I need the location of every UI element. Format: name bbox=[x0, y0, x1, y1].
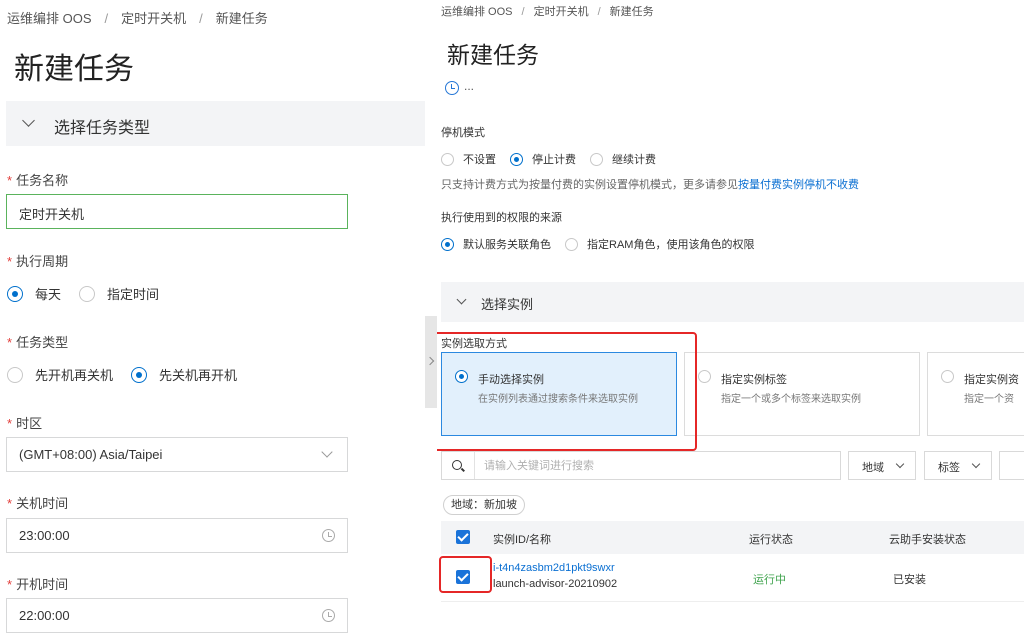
chevron-down-icon bbox=[22, 114, 35, 127]
instance-name: launch-advisor-20210902 bbox=[493, 578, 618, 590]
search-input[interactable] bbox=[484, 458, 824, 474]
chevron-down-icon bbox=[321, 446, 333, 458]
radio-stop-billing[interactable] bbox=[510, 152, 523, 166]
section-task-type[interactable]: 选择任务类型 bbox=[6, 101, 425, 146]
clock-icon bbox=[445, 81, 459, 95]
table-row[interactable]: i-t4n4zasbm2d1pkt9swxr launch-advisor-20… bbox=[441, 554, 1024, 602]
breadcrumb-schedule[interactable]: 定时开关机 bbox=[121, 11, 186, 26]
page-title: 新建任务 bbox=[14, 53, 134, 86]
permission-radio-group: 默认服务关联角色 指定RAM角色，使用该角色的权限 bbox=[441, 236, 768, 252]
task-type-label: * 任务类型 bbox=[7, 335, 69, 350]
breadcrumb-schedule[interactable]: 定时开关机 bbox=[534, 6, 589, 18]
task-name-input[interactable]: 定时开关机 bbox=[6, 194, 348, 229]
shutdown-time-picker[interactable]: 23:00:00 bbox=[6, 518, 348, 553]
stop-mode-radio-group: 不设置 停止计费 继续计费 bbox=[441, 151, 670, 167]
right-panel: 运维编排 OOS / 定时开关机 / 新建任务 新建任务 ... 停机模式 不设置 停止… bbox=[437, 0, 1024, 639]
instance-id-link[interactable]: i-t4n4zasbm2d1pkt9swxr bbox=[493, 562, 615, 574]
highlight-box bbox=[437, 332, 697, 451]
search-icon[interactable] bbox=[452, 460, 462, 470]
schedule-label: * 执行周期 bbox=[7, 254, 69, 269]
radio-tag-select[interactable] bbox=[698, 370, 711, 383]
col-instance-id: 实例ID/名称 bbox=[493, 534, 552, 546]
highlight-box bbox=[439, 556, 492, 593]
radio-no-setting[interactable] bbox=[441, 152, 454, 166]
section-select-instance[interactable]: 选择实例 bbox=[441, 282, 1024, 322]
schedule-radio-group: 每天 指定时间 bbox=[7, 284, 177, 303]
timezone-label: * 时区 bbox=[7, 416, 43, 431]
breadcrumb: 运维编排 OOS / 定时开关机 / 新建任务 bbox=[7, 11, 268, 26]
radio-start-then-stop[interactable] bbox=[7, 366, 23, 383]
radio-keep-billing[interactable] bbox=[590, 152, 603, 166]
task-type-radio-group: 先开机再关机 先关机再开机 bbox=[7, 365, 255, 384]
radio-resource-select[interactable] bbox=[941, 370, 954, 383]
radio-daily[interactable] bbox=[7, 285, 23, 302]
breadcrumb-current: 新建任务 bbox=[215, 11, 268, 26]
startup-time-picker[interactable]: 22:00:00 bbox=[6, 598, 348, 633]
breadcrumb-oos[interactable]: 运维编排 OOS bbox=[441, 6, 513, 18]
region-dropdown[interactable]: 地域 bbox=[848, 451, 916, 480]
status-badge: 运行中 bbox=[753, 574, 786, 586]
assistant-status: 已安装 bbox=[893, 574, 926, 586]
more-dropdown[interactable] bbox=[999, 451, 1024, 480]
chevron-down-icon bbox=[456, 294, 467, 305]
time-summary: ... bbox=[464, 79, 475, 93]
page-title: 新建任务 bbox=[447, 42, 539, 68]
stop-mode-label: 停机模式 bbox=[441, 127, 485, 139]
section-title: 选择任务类型 bbox=[54, 120, 151, 137]
section-title: 选择实例 bbox=[481, 297, 534, 312]
clock-icon bbox=[322, 609, 335, 622]
radio-default-role[interactable] bbox=[441, 237, 454, 251]
region-filter-chip[interactable]: 地域：新加坡 bbox=[443, 495, 525, 515]
radio-ram-role[interactable] bbox=[565, 237, 578, 251]
task-name-label: * 任务名称 bbox=[7, 173, 69, 188]
col-assistant: 云助手安装状态 bbox=[889, 534, 966, 546]
shutdown-time-label: * 关机时间 bbox=[7, 496, 69, 511]
breadcrumb: 运维编排 OOS / 定时开关机 / 新建任务 bbox=[441, 6, 654, 18]
stop-mode-note: 只支持计费方式为按量付费的实例设置停机模式，更多请参见按量付费实例停机不收费 bbox=[441, 179, 859, 191]
card-resource-select[interactable]: 指定实例资 指定一个资 bbox=[927, 352, 1024, 436]
breadcrumb-current: 新建任务 bbox=[609, 6, 654, 18]
permission-label: 执行使用到的权限的来源 bbox=[441, 212, 562, 224]
card-tag-select[interactable]: 指定实例标签 指定一个或多个标签来选取实例 bbox=[684, 352, 920, 436]
billing-doc-link[interactable]: 按量付费实例停机不收费 bbox=[738, 179, 859, 191]
chevron-down-icon bbox=[895, 459, 905, 469]
startup-time-label: * 开机时间 bbox=[7, 577, 69, 592]
timezone-select[interactable]: (GMT+08:00) Asia/Taipei bbox=[6, 437, 348, 472]
instance-search bbox=[441, 451, 841, 480]
radio-stop-then-start[interactable] bbox=[131, 366, 148, 383]
panel-collapse-handle[interactable] bbox=[425, 316, 437, 408]
chevron-down-icon bbox=[971, 459, 981, 469]
select-all-checkbox[interactable] bbox=[456, 530, 470, 544]
tag-dropdown[interactable]: 标签 bbox=[924, 451, 992, 480]
table-header: 实例ID/名称 运行状态 云助手安装状态 bbox=[441, 521, 1024, 554]
col-status: 运行状态 bbox=[749, 534, 793, 546]
clock-icon bbox=[322, 529, 335, 542]
radio-specific-time[interactable] bbox=[79, 285, 96, 302]
breadcrumb-oos[interactable]: 运维编排 OOS bbox=[7, 11, 92, 26]
left-panel: 运维编排 OOS / 定时开关机 / 新建任务 新建任务 选择任务类型 * 任务名称 定时… bbox=[0, 0, 425, 639]
